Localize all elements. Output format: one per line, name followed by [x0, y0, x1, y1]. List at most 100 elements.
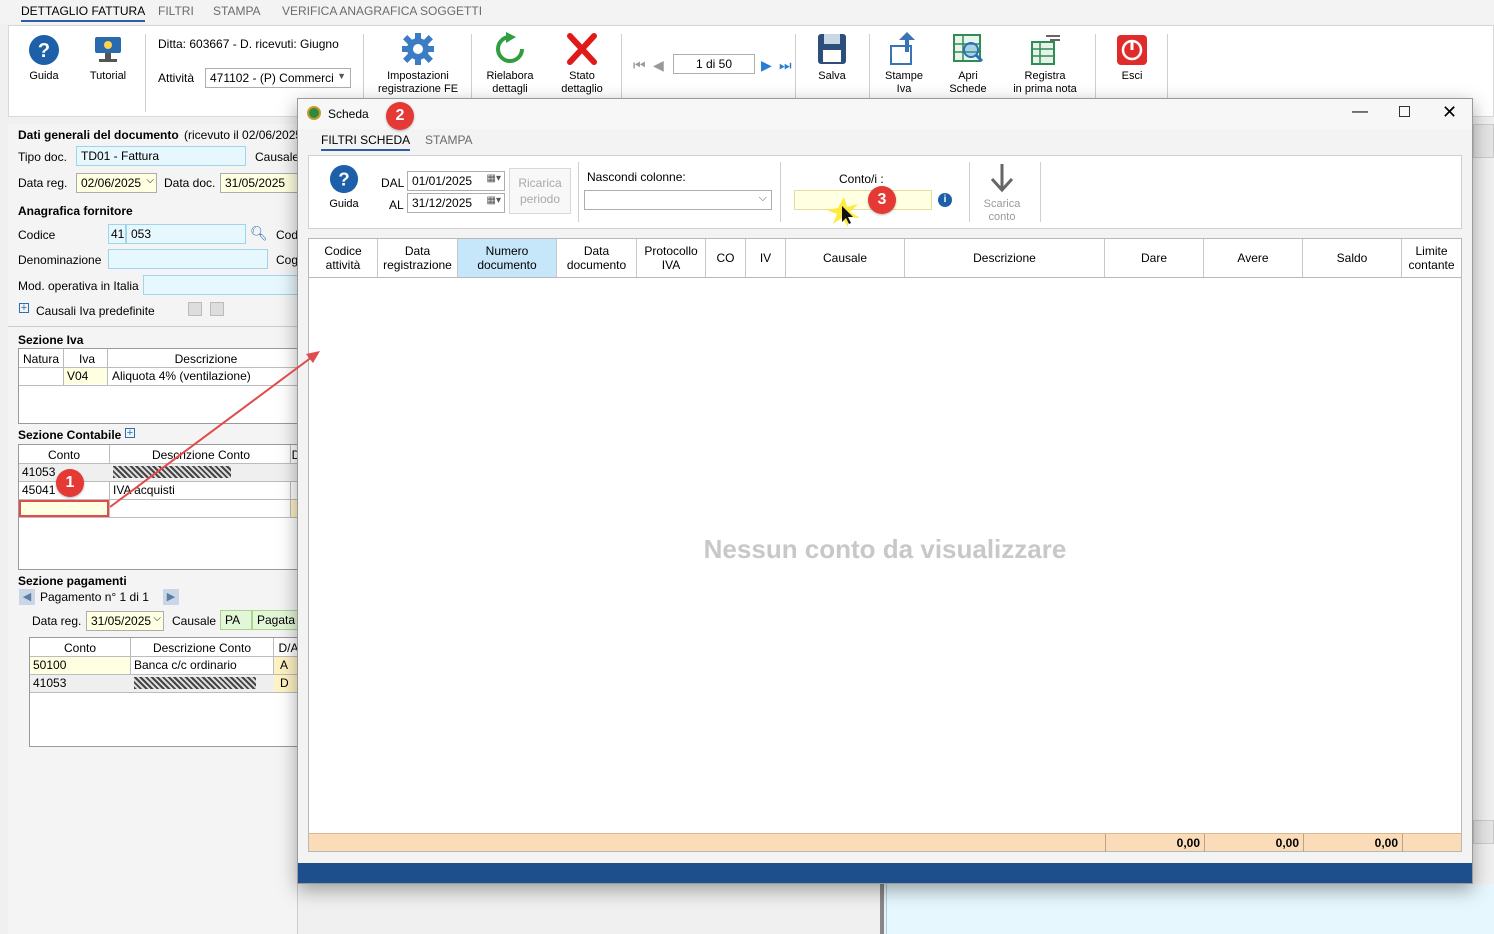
col-causale[interactable]: Causale [786, 239, 905, 277]
previous-record-icon[interactable]: ◀ [653, 57, 664, 74]
total-saldo: 0,00 [1303, 834, 1402, 852]
pagamenti-grid: Conto Descrizione Conto D/A 50100 Banca … [29, 637, 301, 747]
scarica-conto-button[interactable]: Scarica conto [977, 162, 1027, 224]
pag-conto-cell[interactable]: 41053 [33, 676, 66, 690]
rielabora-dettagli-button[interactable]: Rielabora dettagli [481, 32, 539, 96]
codice-field[interactable]: 053 [126, 224, 246, 244]
remove-doc-icon[interactable] [210, 302, 224, 316]
pag-causale-code[interactable]: PA [220, 610, 252, 630]
conto-cell[interactable]: 41053 [22, 465, 55, 479]
empty-message: Nessun conto da visualizzare [703, 534, 1067, 564]
ricarica-periodo-button[interactable]: Ricarica periodo [509, 168, 571, 214]
contabile-section-title: Sezione Contabile [18, 428, 122, 442]
tipo-doc-field[interactable]: TD01 - Fattura [76, 146, 246, 166]
app-logo-icon [307, 106, 321, 120]
spreadsheet-search-icon [953, 34, 984, 63]
pag-causale-descr: Pagata f [252, 610, 298, 630]
salva-button[interactable]: Salva [809, 32, 855, 83]
stato-dettaglio-button[interactable]: Stato dettaglio [553, 32, 611, 96]
al-label: AL [389, 198, 404, 212]
tutorial-icon [95, 37, 121, 62]
pag-data-reg-label: Data reg. [32, 614, 82, 628]
stampe-iva-button[interactable]: Stampe Iva [879, 32, 929, 96]
col-avere[interactable]: Avere [1204, 239, 1303, 277]
col-saldo[interactable]: Saldo [1303, 239, 1402, 277]
iva-grid: Natura Iva Descrizione V04 Aliquota 4% (… [18, 348, 301, 424]
col-data-documento[interactable]: Data documento [557, 239, 637, 277]
col-descrizione[interactable]: Descrizione [905, 239, 1105, 277]
expand-plus-icon[interactable]: + [19, 303, 29, 314]
next-record-icon[interactable]: ▶ [761, 57, 772, 74]
col-iv[interactable]: IV [746, 239, 786, 277]
col-data-registrazione[interactable]: Data registrazione [378, 239, 458, 277]
new-conto-cell[interactable] [19, 500, 109, 517]
col-descrizione-conto: Descrizione Conto [152, 641, 252, 655]
dal-date-field[interactable]: 01/01/2025 ▦▾ [407, 171, 505, 191]
annotation-badge-2: 2 [386, 102, 414, 130]
download-arrow-icon [990, 164, 1014, 193]
denominazione-field[interactable] [108, 249, 268, 269]
minimize-icon[interactable]: — [1352, 103, 1368, 121]
col-iva: Iva [78, 352, 95, 366]
data-reg-field[interactable]: 02/06/2025 ⌵ [76, 173, 157, 193]
tab-stampa[interactable]: STAMPA [213, 4, 261, 18]
pag-data-reg-field[interactable]: 31/05/2025 ⌵ [86, 611, 164, 631]
impostazioni-fe-button[interactable]: Impostazioni registrazione FE [373, 32, 463, 96]
apri-schede-button[interactable]: Apri Schede [941, 32, 995, 96]
tab-verifica-anagrafica[interactable]: VERIFICA ANAGRAFICA SOGGETTI [282, 4, 482, 18]
col-limite-contante[interactable]: Limite contante [1402, 239, 1461, 277]
data-doc-field[interactable]: 31/05/2025 [220, 173, 300, 193]
save-icon [818, 34, 846, 64]
mod-operativa-label: Mod. operativa in Italia [18, 279, 139, 293]
doc-received-note: (ricevuto il 02/06/2025 [184, 128, 303, 142]
grid-header: Codice attività Data registrazione Numero d… [309, 239, 1461, 278]
chevron-down-icon: ⌵ [146, 175, 154, 186]
power-exit-icon [1117, 35, 1147, 65]
expand-plus-icon[interactable]: + [125, 428, 135, 439]
conto-input[interactable] [794, 190, 932, 210]
codice-prefix-field[interactable]: 41 [108, 224, 126, 244]
chevron-down-icon: ⌵ [758, 192, 767, 204]
col-numero-documento[interactable]: Numero documento [458, 239, 557, 277]
guida-button[interactable]: ? Guida [23, 34, 65, 83]
tab-filtri-scheda[interactable]: FILTRI SCHEDA [321, 133, 411, 151]
info-icon[interactable]: i [938, 193, 952, 207]
search-icon[interactable]: 🔍︎ [250, 225, 268, 242]
nascondi-colonne-select[interactable]: ⌵ [584, 190, 772, 210]
close-icon[interactable]: ✕ [1442, 102, 1457, 123]
attivita-select[interactable]: 471102 - (P) Commerci ▼ [205, 68, 351, 88]
col-co[interactable]: CO [706, 239, 746, 277]
col-conto: Conto [47, 448, 81, 462]
tutorial-button[interactable]: Tutorial [85, 34, 131, 83]
al-date-field[interactable]: 31/12/2025 ▦▾ [407, 193, 505, 213]
esci-button[interactable]: Esci [1109, 34, 1155, 83]
tab-stampa-scheda[interactable]: STAMPA [425, 133, 473, 147]
first-record-icon[interactable]: ⏮ [633, 57, 646, 74]
registra-prima-nota-button[interactable]: Registra in prima nota [1005, 32, 1085, 96]
fornitore-section-title: Anagrafica fornitore [18, 204, 133, 218]
col-dare[interactable]: Dare [1105, 239, 1204, 277]
chevron-down-icon: ⌵ [153, 613, 161, 624]
previous-payment-icon[interactable]: ◀ [19, 589, 35, 605]
svg-text:?: ? [338, 169, 349, 190]
col-protocollo-iva[interactable]: Protocollo IVA [637, 239, 706, 277]
help-icon: ? [329, 164, 359, 194]
chevron-down-icon: ▼ [337, 71, 346, 81]
record-counter[interactable]: 1 di 50 [673, 54, 755, 74]
tab-filtri[interactable]: FILTRI [158, 4, 194, 18]
col-codice-attivita[interactable]: Codice attività [309, 239, 378, 277]
ditta-label: Ditta: 603667 - D. ricevuti: Giugno [158, 37, 339, 51]
cog-label: Cog [276, 253, 299, 267]
pag-conto-cell[interactable]: 50100 [30, 657, 130, 674]
conto-cell[interactable]: 45041 [22, 483, 55, 497]
codice-label: Codice [18, 228, 56, 242]
scheda-guida-button[interactable]: ? Guida [323, 164, 365, 211]
mod-operativa-field[interactable] [143, 275, 298, 295]
last-record-icon[interactable]: ⏭ [779, 57, 792, 74]
maximize-icon[interactable] [1399, 106, 1410, 117]
tab-dettaglio-fattura[interactable]: DETTAGLIO FATTURA [21, 4, 146, 22]
next-payment-icon[interactable]: ▶ [163, 589, 179, 605]
nascondi-colonne-label: Nascondi colonne: [587, 170, 686, 184]
add-doc-icon[interactable] [188, 302, 202, 316]
iva-code-cell[interactable]: V04 [64, 368, 107, 384]
